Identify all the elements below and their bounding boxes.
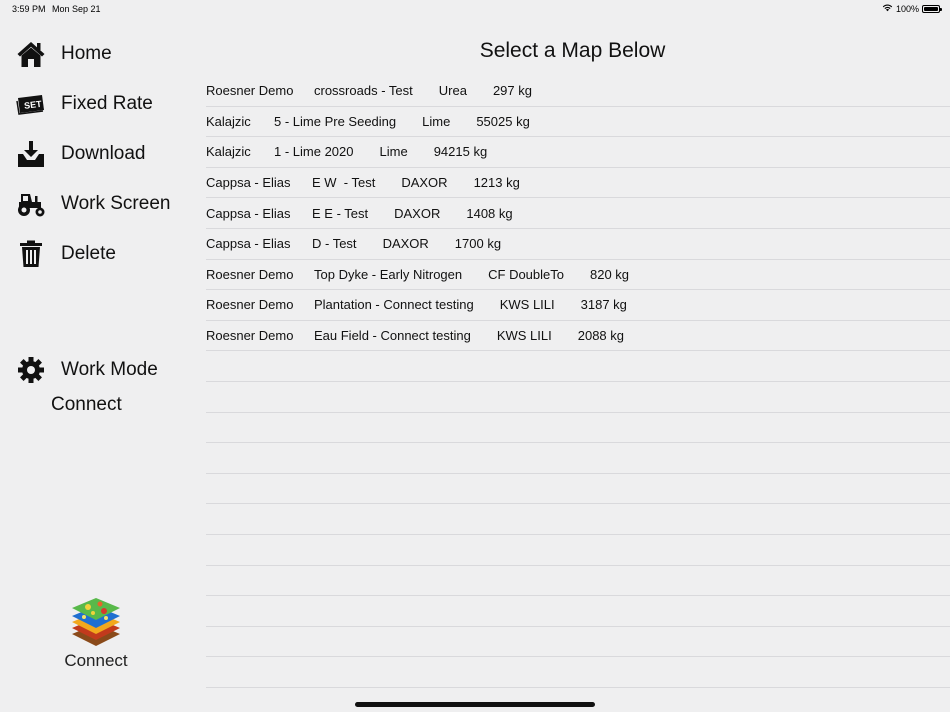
map-row[interactable]: Kalajzic 1 - Lime 2020 Lime 94215 kg: [206, 137, 950, 168]
map-row[interactable]: Roesner Demo Top Dyke - Early Nitrogen CF …: [206, 260, 950, 291]
empty-row: [206, 382, 950, 413]
work-mode-value[interactable]: Connect: [51, 394, 122, 416]
map-farm: Roesner Demo: [206, 297, 294, 313]
map-amount: 55025 kg: [476, 113, 530, 129]
map-product: KWS LILI: [496, 328, 552, 344]
status-date: Mon Sep 21: [52, 4, 101, 14]
status-bar: 3:59 PM Mon Sep 21 100%: [0, 0, 950, 18]
map-product: KWS LILI: [499, 297, 555, 313]
logo-text: Connect: [64, 651, 128, 670]
map-farm: Cappsa - Elias: [206, 205, 291, 221]
empty-row: [206, 566, 950, 597]
map-amount: 1408 kg: [466, 205, 513, 221]
sidebar-item-download[interactable]: Download: [14, 134, 146, 174]
sidebar-item-home[interactable]: Home: [14, 34, 112, 74]
status-time: 3:59 PM: [12, 4, 46, 14]
sidebar-item-label: Work Mode: [61, 359, 158, 380]
sidebar-item-work-mode[interactable]: Work Mode: [14, 350, 158, 390]
map-row[interactable]: Cappsa - Elias D - Test DAXOR 1700 kg: [206, 229, 950, 260]
map-field: Eau Field - Connect testing: [314, 328, 471, 344]
status-indicators: 100%: [882, 3, 942, 14]
map-field: 5 - Lime Pre Seeding: [274, 113, 397, 129]
map-amount: 297 kg: [492, 83, 532, 99]
empty-row: [206, 474, 950, 505]
map-amount: 1213 kg: [473, 175, 520, 191]
map-product: DAXOR: [401, 175, 448, 191]
map-field: D - Test: [312, 236, 357, 252]
map-farm: Kalajzic: [206, 144, 251, 160]
sidebar-item-work-screen[interactable]: Work Screen: [14, 184, 170, 224]
sidebar-item-label: Work Screen: [61, 193, 171, 214]
map-list: Roesner Demo crossroads - Test Urea 297 kg K…: [206, 76, 950, 688]
gear-icon: [14, 353, 48, 387]
map-amount: 1700 kg: [454, 236, 502, 252]
map-farm: Cappsa - Elias: [206, 175, 291, 191]
map-product: Urea: [438, 83, 467, 99]
map-field: Top Dyke - Early Nitrogen: [314, 266, 463, 282]
empty-row: [206, 351, 950, 382]
map-row[interactable]: Cappsa - Elias E W - Test DAXOR 1213 kg: [206, 168, 950, 199]
empty-row: [206, 504, 950, 535]
wifi-icon: [882, 3, 893, 14]
page-title: Select a Map Below: [479, 39, 666, 62]
map-row[interactable]: Roesner Demo Eau Field - Connect testing K…: [206, 321, 950, 352]
map-field: crossroads - Test: [314, 83, 413, 99]
empty-row: [206, 596, 950, 627]
map-amount: 820 kg: [590, 266, 630, 282]
map-product: Lime: [422, 113, 451, 129]
sidebar-item-label: Download: [61, 143, 146, 164]
map-product: Lime: [379, 144, 408, 160]
download-tray-icon: [14, 137, 48, 171]
map-product: DAXOR: [394, 205, 441, 221]
empty-row: [206, 413, 950, 444]
map-amount: 3187 kg: [580, 297, 627, 313]
home-indicator[interactable]: [355, 702, 595, 707]
map-product: DAXOR: [382, 236, 429, 252]
map-farm: Roesner Demo: [206, 328, 294, 344]
empty-row: [206, 443, 950, 474]
sidebar-item-label: Delete: [61, 243, 116, 264]
connect-logo: Connect: [58, 594, 134, 671]
home-icon: [14, 37, 48, 71]
layered-map-icon: [72, 598, 120, 646]
map-amount: 94215 kg: [433, 144, 488, 160]
empty-row: [206, 657, 950, 688]
map-field: 1 - Lime 2020: [274, 144, 354, 160]
battery-icon: [922, 4, 942, 13]
sidebar-item-delete[interactable]: Delete: [14, 234, 116, 274]
map-field: E W - Test: [312, 175, 376, 191]
empty-row: [206, 627, 950, 658]
sidebar-item-label: Home: [61, 43, 112, 64]
empty-row: [206, 535, 950, 566]
set-tag-icon: SET: [14, 87, 48, 121]
map-farm: Kalajzic: [206, 113, 251, 129]
map-farm: Roesner Demo: [206, 83, 294, 99]
map-amount: 2088 kg: [577, 328, 624, 344]
map-field: Plantation - Connect testing: [314, 297, 474, 313]
sidebar: Home SET Fixed Rate Download Work Screen…: [0, 18, 195, 712]
map-row[interactable]: Roesner Demo crossroads - Test Urea 297 kg: [206, 76, 950, 107]
map-farm: Roesner Demo: [206, 266, 294, 282]
sidebar-item-label: Fixed Rate: [61, 93, 153, 114]
sidebar-item-fixed-rate[interactable]: SET Fixed Rate: [14, 84, 153, 124]
map-row[interactable]: Kalajzic 5 - Lime Pre Seeding Lime 55025 kg: [206, 107, 950, 138]
map-row[interactable]: Cappsa - Elias E E - Test DAXOR 1408 kg: [206, 198, 950, 229]
trash-icon: [14, 237, 48, 271]
map-product: CF DoubleTo: [488, 266, 564, 282]
battery-percent: 100%: [895, 3, 919, 14]
tractor-icon: [14, 187, 48, 221]
map-row[interactable]: Roesner Demo Plantation - Connect testing…: [206, 290, 950, 321]
map-field: E E - Test: [312, 205, 369, 221]
map-farm: Cappsa - Elias: [206, 236, 291, 252]
